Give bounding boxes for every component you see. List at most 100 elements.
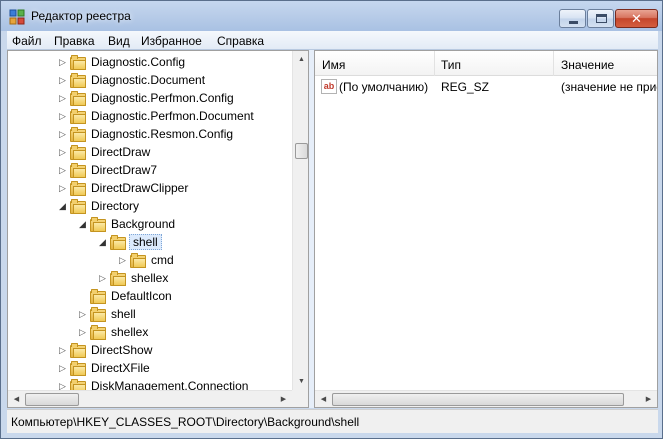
collapse-arrow-icon[interactable]: ◢ <box>78 218 87 231</box>
scroll-down-button[interactable]: ▼ <box>293 373 308 390</box>
tree-item[interactable]: ▷ Diagnostic.Perfmon.Config <box>8 90 294 108</box>
expand-arrow-icon[interactable]: ▷ <box>58 362 67 375</box>
value-type: REG_SZ <box>441 80 490 94</box>
tree-item[interactable]: ◢ shell <box>8 234 294 252</box>
tree-item-label[interactable]: Diagnostic.Document <box>89 73 207 87</box>
menu-view[interactable]: Вид <box>108 34 130 48</box>
folder-icon <box>70 127 86 142</box>
list-horizontal-scrollbar[interactable]: ◀ ▶ <box>315 390 657 407</box>
tree-item[interactable]: ▷ shellex <box>8 270 294 288</box>
expand-arrow-icon[interactable]: ▷ <box>98 272 107 285</box>
tree-item-label[interactable]: DirectDraw <box>89 145 152 159</box>
expand-arrow-icon[interactable]: ▷ <box>78 308 87 321</box>
registry-editor-window: Редактор реестра ✕ Файл Правка Вид Избра… <box>0 0 663 439</box>
tree-item[interactable]: ▷ DirectDraw7 <box>8 162 294 180</box>
tree-item[interactable]: ▷ cmd <box>8 252 294 270</box>
title-bar[interactable]: Редактор реестра ✕ <box>1 1 662 31</box>
column-divider[interactable] <box>553 51 554 76</box>
values-list[interactable]: Имя Тип Значение ab (По умолчанию) REG_S… <box>314 50 658 408</box>
menu-file[interactable]: Файл <box>12 34 42 48</box>
menu-help[interactable]: Справка <box>217 34 264 48</box>
scroll-up-button[interactable]: ▲ <box>293 51 308 68</box>
tree-item[interactable]: ◢ Directory <box>8 198 294 216</box>
scroll-thumb[interactable] <box>25 393 79 406</box>
tree-item[interactable]: ▷ DirectDraw <box>8 144 294 162</box>
expand-arrow-icon[interactable]: ▷ <box>78 326 87 339</box>
scroll-right-button[interactable]: ▶ <box>640 391 657 407</box>
tree-item-label[interactable]: shellex <box>109 325 150 339</box>
registry-editor-icon <box>9 9 25 25</box>
tree-item[interactable]: ◢ Background <box>8 216 294 234</box>
folder-icon <box>70 109 86 124</box>
expand-arrow-icon[interactable]: ▷ <box>58 164 67 177</box>
scroll-thumb[interactable] <box>295 143 308 159</box>
tree-item-label[interactable]: Directory <box>89 199 141 213</box>
tree-item[interactable]: ▷ shell <box>8 306 294 324</box>
tree-item-label[interactable]: shell <box>109 307 138 321</box>
expand-arrow-icon[interactable]: ▷ <box>58 128 67 141</box>
tree-item-label[interactable]: DirectShow <box>89 343 154 357</box>
tree-item[interactable]: ▷ Diagnostic.Perfmon.Document <box>8 108 294 126</box>
folder-icon <box>130 253 146 268</box>
menu-edit[interactable]: Правка <box>54 34 95 48</box>
folder-icon <box>70 343 86 358</box>
column-divider[interactable] <box>434 51 435 76</box>
tree-item[interactable]: ▷ shellex <box>8 324 294 342</box>
tree-item[interactable]: ▷ Diagnostic.Resmon.Config <box>8 126 294 144</box>
tree-item-label[interactable]: shellex <box>129 271 170 285</box>
tree-item-label[interactable]: Background <box>109 217 177 231</box>
expand-arrow-icon[interactable]: ▷ <box>58 92 67 105</box>
tree-vertical-scrollbar[interactable]: ▲ ▼ <box>292 51 308 390</box>
scroll-thumb[interactable] <box>332 393 624 406</box>
scrollbar-corner <box>292 390 308 407</box>
tree-item[interactable]: ▷ DirectDrawClipper <box>8 180 294 198</box>
tree-item[interactable]: DefaultIcon <box>8 288 294 306</box>
tree-item-label[interactable]: DirectXFile <box>89 361 152 375</box>
folder-icon <box>70 73 86 88</box>
folder-icon <box>70 145 86 160</box>
scroll-left-button[interactable]: ◀ <box>8 391 25 407</box>
tree-item-label[interactable]: Diagnostic.Perfmon.Document <box>89 109 256 123</box>
tree-item-label[interactable]: DirectDraw7 <box>89 163 159 177</box>
tree-item-label[interactable]: Diagnostic.Config <box>89 55 187 69</box>
menu-bar: Файл Правка Вид Избранное Справка <box>7 31 658 50</box>
tree-item[interactable]: ▷ DirectShow <box>8 342 294 360</box>
tree-item[interactable]: ▷ Diagnostic.Config <box>8 54 294 72</box>
minimize-button[interactable] <box>559 9 586 28</box>
string-value-icon: ab <box>321 79 337 94</box>
folder-icon <box>70 199 86 214</box>
tree-item-label[interactable]: DefaultIcon <box>109 289 174 303</box>
expand-arrow-icon[interactable]: ▷ <box>58 110 67 123</box>
scroll-left-button[interactable]: ◀ <box>315 391 332 407</box>
collapse-arrow-icon[interactable]: ◢ <box>58 200 67 213</box>
list-item[interactable]: ab (По умолчанию) REG_SZ (значение не пр… <box>315 78 657 96</box>
collapse-arrow-icon[interactable]: ◢ <box>98 236 107 249</box>
expand-arrow-icon[interactable]: ▷ <box>58 344 67 357</box>
key-tree[interactable]: ▷ Diagnostic.Config ▷ Diagnostic.Document ▷ D… <box>7 50 309 408</box>
tree-horizontal-scrollbar[interactable]: ◀ ▶ <box>8 390 292 407</box>
folder-icon <box>70 91 86 106</box>
expand-arrow-icon[interactable]: ▷ <box>58 56 67 69</box>
tree-item-label[interactable]: Diagnostic.Resmon.Config <box>89 127 235 141</box>
expand-arrow-icon[interactable]: ▷ <box>58 182 67 195</box>
maximize-icon <box>596 14 607 23</box>
menu-favorites[interactable]: Избранное <box>141 34 202 48</box>
maximize-button[interactable] <box>587 9 614 28</box>
folder-icon <box>110 235 126 250</box>
tree-item-label[interactable]: DirectDrawClipper <box>89 181 190 195</box>
close-button[interactable]: ✕ <box>615 9 658 28</box>
column-header-name[interactable]: Имя <box>322 58 345 72</box>
folder-icon <box>90 217 106 232</box>
tree-item-label[interactable]: cmd <box>149 253 176 267</box>
expand-arrow-icon[interactable]: ▷ <box>118 254 127 267</box>
value-name: (По умолчанию) <box>339 80 429 94</box>
column-header-value[interactable]: Значение <box>561 58 614 72</box>
column-header-type[interactable]: Тип <box>441 58 461 72</box>
scroll-right-button[interactable]: ▶ <box>275 391 292 407</box>
expand-arrow-icon[interactable]: ▷ <box>58 74 67 87</box>
tree-item[interactable]: ▷ DirectXFile <box>8 360 294 378</box>
expand-arrow-icon[interactable]: ▷ <box>58 146 67 159</box>
tree-item-label[interactable]: Diagnostic.Perfmon.Config <box>89 91 236 105</box>
tree-item-label[interactable]: shell <box>129 234 162 250</box>
tree-item[interactable]: ▷ Diagnostic.Document <box>8 72 294 90</box>
